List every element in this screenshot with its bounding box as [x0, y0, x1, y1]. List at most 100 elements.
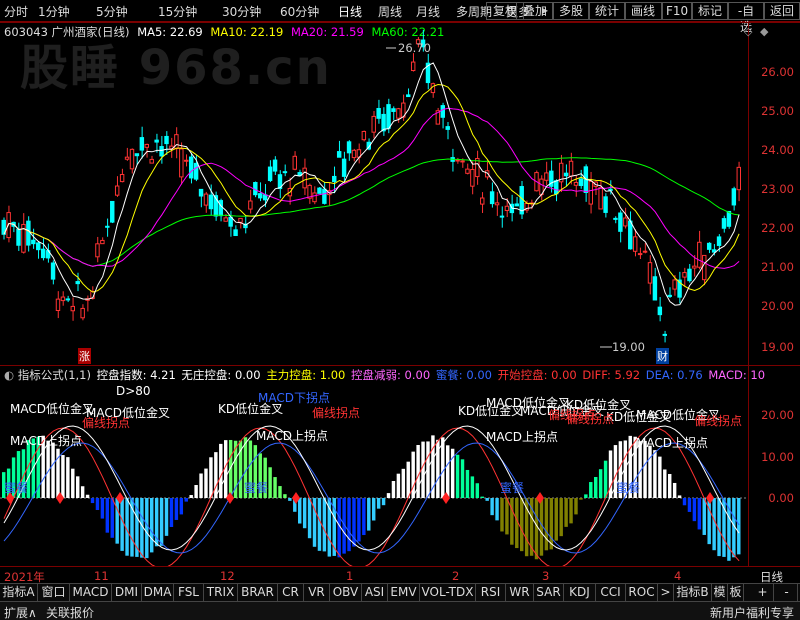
annotation: 偏线拐点: [312, 406, 361, 420]
tab-brar[interactable]: BRAR: [238, 584, 278, 602]
annotation: 偏线拐点: [694, 414, 743, 428]
macd-bar: [302, 498, 307, 529]
tab-cci[interactable]: CCI: [596, 584, 626, 602]
tab-obv[interactable]: OBV: [330, 584, 362, 602]
macd-bar: [357, 498, 361, 542]
new-user-promo[interactable]: 新用户福利专享: [710, 604, 794, 620]
tab-vol-tdx[interactable]: VOL-TDX: [420, 584, 476, 602]
tab-zhibiao-a[interactable]: 指标A: [0, 584, 38, 602]
period-9[interactable]: 月线: [416, 3, 440, 20]
period-4[interactable]: 15分钟: [158, 3, 197, 20]
candle-body: [716, 236, 722, 246]
macd-bar: [80, 486, 85, 498]
candle-body: [494, 202, 500, 206]
tab-rsi[interactable]: RSI: [476, 584, 506, 602]
candle-body: [322, 188, 327, 204]
tab-window[interactable]: 窗口: [38, 584, 70, 602]
btn-fanhui[interactable]: 返回: [764, 2, 800, 20]
candle-body: [114, 185, 120, 196]
candle-body: [504, 205, 510, 212]
annotation: 蜜餐: [616, 481, 641, 495]
macd-bar: [115, 498, 119, 544]
period-7[interactable]: 日线: [338, 3, 362, 20]
tab-asi[interactable]: ASI: [362, 584, 388, 602]
macd-bar: [475, 483, 480, 498]
candle-body: [361, 130, 367, 141]
x-tick: 2: [452, 569, 460, 583]
tab-dma[interactable]: DMA: [142, 584, 174, 602]
macd-bar: [76, 476, 80, 498]
period-5[interactable]: 30分钟: [222, 3, 261, 20]
tab-wr[interactable]: WR: [506, 584, 534, 602]
candle-body: [267, 166, 273, 182]
tab-plus[interactable]: +: [752, 584, 774, 602]
btn-tongji[interactable]: 统计: [588, 2, 626, 20]
macd-bar: [697, 498, 702, 530]
period-1[interactable]: 分时: [4, 3, 28, 20]
tab-dmi[interactable]: DMI: [112, 584, 142, 602]
tab-mo[interactable]: 模: [712, 584, 728, 602]
annotation: 蜜餐: [500, 481, 525, 495]
candle-body: [736, 166, 741, 191]
tab-sar[interactable]: SAR: [534, 584, 564, 602]
btn-huaxian[interactable]: 画线: [624, 2, 662, 20]
btn-f10[interactable]: F10: [662, 2, 692, 20]
candle-body: [613, 217, 618, 220]
candle-body: [233, 229, 238, 237]
btn-biaoji[interactable]: 标记: [692, 2, 728, 20]
candle-body: [499, 215, 505, 218]
macd-bar: [204, 468, 208, 498]
macd-bar: [61, 455, 65, 498]
related-quotes-button[interactable]: 关联报价: [46, 604, 94, 620]
candle-body: [149, 158, 154, 164]
expand-button[interactable]: 扩展∧: [4, 604, 37, 620]
tab-ban[interactable]: 板: [728, 584, 744, 602]
tab-vr[interactable]: VR: [304, 584, 330, 602]
tab-minus[interactable]: -: [776, 584, 798, 602]
period-6[interactable]: 60分钟: [280, 3, 319, 20]
macd-bar: [214, 452, 218, 498]
tab-zhibiao-b[interactable]: 指标B: [674, 584, 712, 602]
candle-body: [31, 239, 36, 245]
candle-body: [198, 188, 204, 197]
annotation: 蜜餐: [244, 481, 269, 495]
macd-bar: [603, 460, 608, 498]
macd-bar: [510, 498, 514, 545]
tab-roc[interactable]: ROC: [626, 584, 658, 602]
btn-diejia[interactable]: 叠加: [516, 2, 554, 20]
high-label: 26.70: [398, 41, 431, 55]
tab-trix[interactable]: TRIX: [204, 584, 238, 602]
zhang-tag[interactable]: 涨: [78, 348, 91, 364]
tab-fsl[interactable]: FSL: [174, 584, 204, 602]
tab-more-arrow[interactable]: >: [658, 584, 674, 602]
period-3[interactable]: 5分钟: [96, 3, 128, 20]
macd-bar: [367, 498, 371, 531]
macd-bar: [707, 498, 711, 545]
tab-cr[interactable]: CR: [278, 584, 304, 602]
candle-body: [258, 193, 263, 199]
annotation: MACD上拐点: [486, 430, 558, 444]
candle-body: [351, 149, 357, 159]
macd-bar: [554, 498, 558, 541]
tab-emv[interactable]: EMV: [388, 584, 420, 602]
diamond-icon[interactable]: ◆: [760, 25, 768, 38]
price-chart[interactable]: [0, 22, 746, 365]
candle-body: [371, 115, 376, 133]
period-2[interactable]: 1分钟: [38, 3, 70, 20]
cai-tag[interactable]: 财: [656, 348, 669, 364]
candle-body: [16, 228, 21, 246]
candle-body: [144, 143, 149, 148]
candle-body: [692, 265, 697, 269]
macd-bar: [120, 498, 124, 551]
candle-body: [731, 188, 737, 206]
tab-macd[interactable]: MACD: [70, 584, 112, 602]
tab-kdj[interactable]: KDJ: [564, 584, 596, 602]
candle-body: [603, 196, 608, 213]
btn-duogu[interactable]: 多股: [552, 2, 590, 20]
annotation: KD低位金叉: [606, 410, 672, 424]
candle-body: [460, 160, 465, 163]
btn-zixuan[interactable]: -自选: [728, 2, 764, 34]
annotation: KD低位金叉: [458, 404, 524, 418]
macd-bar: [465, 469, 470, 498]
period-8[interactable]: 周线: [378, 3, 402, 20]
